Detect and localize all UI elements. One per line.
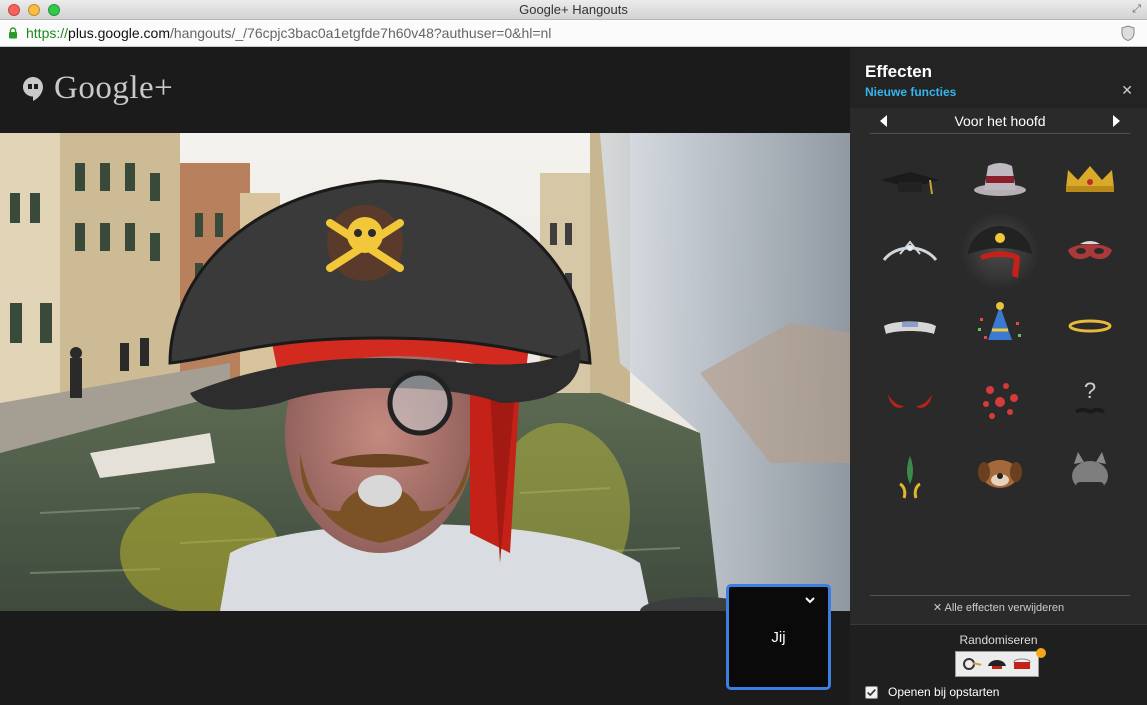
shield-icon[interactable] (1121, 25, 1135, 41)
lock-icon (9, 27, 17, 39)
effect-feather-headdress[interactable] (870, 436, 950, 510)
effect-devil-horns[interactable] (870, 362, 950, 436)
next-category-arrow-icon[interactable] (1113, 115, 1120, 127)
crown-icon (1066, 166, 1114, 192)
question-mark-icon: ? (1074, 378, 1106, 415)
url-host: plus.google.com (68, 25, 170, 41)
video-area: Google+ Jij (0, 48, 850, 705)
randomize-button[interactable] (955, 651, 1039, 677)
url-text[interactable]: https://plus.google.com/hangouts/_/76cpj… (26, 25, 551, 41)
devil-horns-icon (888, 394, 932, 408)
dog-face-icon (978, 460, 1022, 488)
pirate-hat-thumb-icon (986, 654, 1008, 674)
effects-title: Effecten (865, 62, 933, 81)
effect-hearts[interactable] (960, 362, 1040, 436)
google-plus-logo: Google+ (22, 70, 173, 107)
main-video[interactable] (0, 133, 850, 611)
effect-top-hat[interactable] (960, 140, 1040, 214)
monocle-effect-thumb-icon (961, 654, 983, 674)
title-bar: Google+ Hangouts ⤢ (0, 0, 1147, 20)
effect-question-mark[interactable]: ? (1050, 362, 1130, 436)
google-visor-icon (884, 321, 936, 334)
party-hat-icon (978, 302, 1021, 340)
hearts-icon (983, 383, 1018, 419)
divider (870, 595, 1130, 596)
effect-google-visor[interactable] (870, 288, 950, 362)
effect-dog-face[interactable] (960, 436, 1040, 510)
window-title: Google+ Hangouts (519, 2, 628, 17)
halo-icon (1068, 319, 1112, 333)
remove-all-effects-button[interactable]: ✕ Alle effecten verwijderen (850, 601, 1147, 614)
drum-thumb-icon (1011, 654, 1033, 674)
effects-header: Effecten Nieuwe functies ✕ (850, 48, 1147, 108)
fullscreen-icon[interactable]: ⤢ (1132, 3, 1141, 16)
graduation-cap-icon (880, 172, 940, 195)
category-label: Voor het hoofd (954, 113, 1046, 129)
self-view-tile[interactable]: Jij (726, 584, 831, 690)
effect-pirate-hat[interactable] (960, 214, 1040, 288)
effect-cat-face[interactable] (1050, 436, 1130, 510)
effects-panel: Effecten Nieuwe functies ✕ Voor het hoof… (850, 48, 1147, 705)
category-selector: Voor het hoofd (870, 108, 1130, 134)
cat-face-icon (1072, 452, 1108, 492)
effects-grid: ? (870, 140, 1130, 520)
close-icon[interactable]: ✕ (1121, 82, 1133, 99)
chevron-down-icon[interactable] (804, 595, 816, 605)
hangouts-window: Google+ Hangouts ⤢ https://plus.google.c… (0, 0, 1147, 705)
effect-tiara[interactable] (870, 214, 950, 288)
randomize-label: Randomiseren (959, 633, 1038, 647)
url-scheme: https:// (26, 25, 69, 41)
top-hat-icon (974, 163, 1026, 196)
effect-halo[interactable] (1050, 288, 1130, 362)
effect-masquerade-mask[interactable] (1050, 214, 1130, 288)
open-on-startup-label: Openen bij opstarten (888, 685, 1000, 699)
logo-text: Google+ (54, 70, 174, 106)
video-frame (0, 133, 850, 611)
svg-text:?: ? (1084, 378, 1096, 403)
effect-party-hat[interactable] (960, 288, 1040, 362)
hangouts-bubble-icon (23, 76, 43, 101)
pirate-hat-icon (968, 226, 1032, 278)
tiara-icon (882, 240, 938, 261)
effect-graduation-cap[interactable] (870, 140, 950, 214)
self-view-label: Jij (771, 629, 786, 646)
address-bar[interactable]: https://plus.google.com/hangouts/_/76cpj… (0, 20, 1147, 47)
new-indicator-dot (1036, 648, 1046, 658)
new-features-link[interactable]: Nieuwe functies (865, 85, 956, 99)
url-path: /hangouts/_/76cpjc3bac0a1etgfde7h60v48?a… (169, 25, 552, 41)
randomize-section: Randomiseren Openen bij opstarten (850, 624, 1147, 705)
feather-headdress-icon (899, 456, 921, 499)
effect-crown[interactable] (1050, 140, 1130, 214)
masquerade-mask-icon (1068, 241, 1112, 260)
open-on-startup-checkbox[interactable] (865, 686, 878, 699)
